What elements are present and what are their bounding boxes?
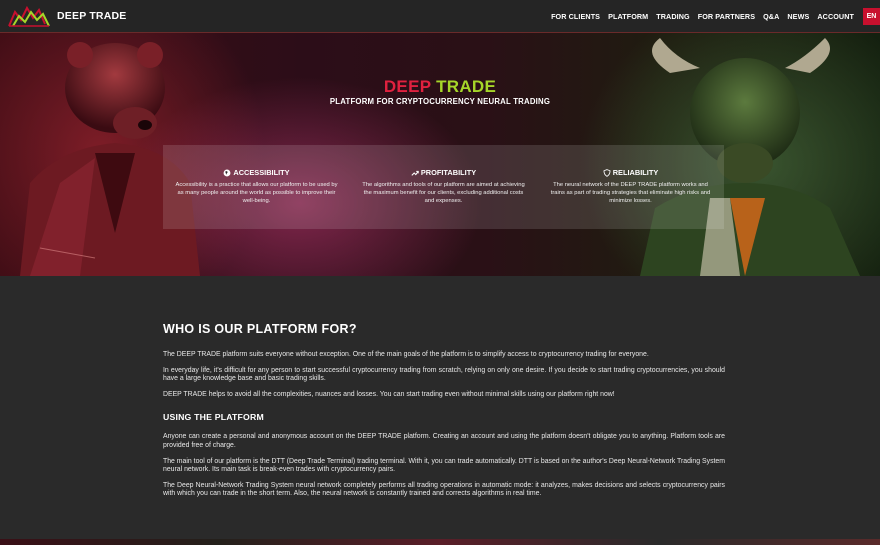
- trend-up-icon: [411, 170, 419, 176]
- main-content: WHO IS OUR PLATFORM FOR? The DEEP TRADE …: [163, 276, 725, 499]
- feature-description: The algorithms and tools of our platform…: [362, 182, 525, 204]
- hero-subtitle: PLATFORM FOR CRYPTOCURRENCY NEURAL TRADI…: [329, 97, 551, 106]
- nav-trading[interactable]: TRADING: [656, 12, 689, 21]
- feature-title: PROFITABILITY: [420, 168, 477, 177]
- site-header: DEEP TRADE FOR CLIENTS PLATFORM TRADING …: [0, 0, 880, 33]
- main-nav: FOR CLIENTS PLATFORM TRADING FOR PARTNER…: [547, 0, 880, 33]
- nav-for-clients[interactable]: FOR CLIENTS: [551, 12, 600, 21]
- hero-title-trade: TRADE: [436, 77, 497, 96]
- hero-title-deep: DEEP: [383, 77, 432, 96]
- brand-name: DEEP TRADE: [57, 10, 127, 22]
- paragraph: Anyone can create a personal and anonymo…: [163, 433, 725, 449]
- nav-for-partners[interactable]: FOR PARTNERS: [698, 12, 755, 21]
- feature-heading: PROFITABILITY: [360, 168, 527, 177]
- footer-image-strip: [0, 539, 880, 545]
- language-switch[interactable]: EN: [863, 7, 880, 25]
- nav-account[interactable]: ACCOUNT: [817, 12, 854, 21]
- paragraph: In everyday life, it's difficult for any…: [163, 366, 725, 383]
- nav-news[interactable]: NEWS: [787, 12, 809, 21]
- paragraph: DEEP TRADE helps to avoid all the comple…: [163, 390, 615, 398]
- feature-title: RELIABILITY: [612, 168, 659, 177]
- hero-banner: DEEP TRADE PLATFORM FOR CRYPTOCURRENCY N…: [0, 33, 880, 276]
- bull-bear-logo-icon: [8, 5, 50, 27]
- feature-accessibility: ACCESSIBILITY Accessibility is a practic…: [163, 145, 350, 229]
- feature-title: ACCESSIBILITY: [233, 168, 290, 177]
- hero-title: DEEP TRADE: [0, 77, 880, 97]
- nav-qa[interactable]: Q&A: [763, 12, 779, 21]
- feature-heading: ACCESSIBILITY: [173, 168, 340, 177]
- globe-icon: [223, 169, 231, 176]
- shield-icon: [603, 168, 611, 177]
- nav-platform[interactable]: PLATFORM: [608, 12, 648, 21]
- feature-description: Accessibility is a practice that allows …: [175, 182, 338, 204]
- section-heading: WHO IS OUR PLATFORM FOR?: [163, 322, 357, 336]
- paragraph: The DEEP TRADE platform suits everyone w…: [163, 351, 649, 358]
- paragraph: The Deep Neural-Network Trading System n…: [163, 481, 725, 498]
- subsection-heading: USING THE PLATFORM: [163, 412, 264, 423]
- features-panel: ACCESSIBILITY Accessibility is a practic…: [163, 145, 724, 229]
- feature-description: The neural network of the DEEP TRADE pla…: [550, 182, 711, 204]
- feature-profitability: PROFITABILITY The algorithms and tools o…: [350, 145, 537, 229]
- paragraph: The main tool of our platform is the DTT…: [163, 457, 725, 474]
- feature-reliability: RELIABILITY The neural network of the DE…: [537, 145, 724, 229]
- brand-logo[interactable]: DEEP TRADE: [7, 4, 127, 28]
- feature-heading: RELIABILITY: [547, 168, 714, 177]
